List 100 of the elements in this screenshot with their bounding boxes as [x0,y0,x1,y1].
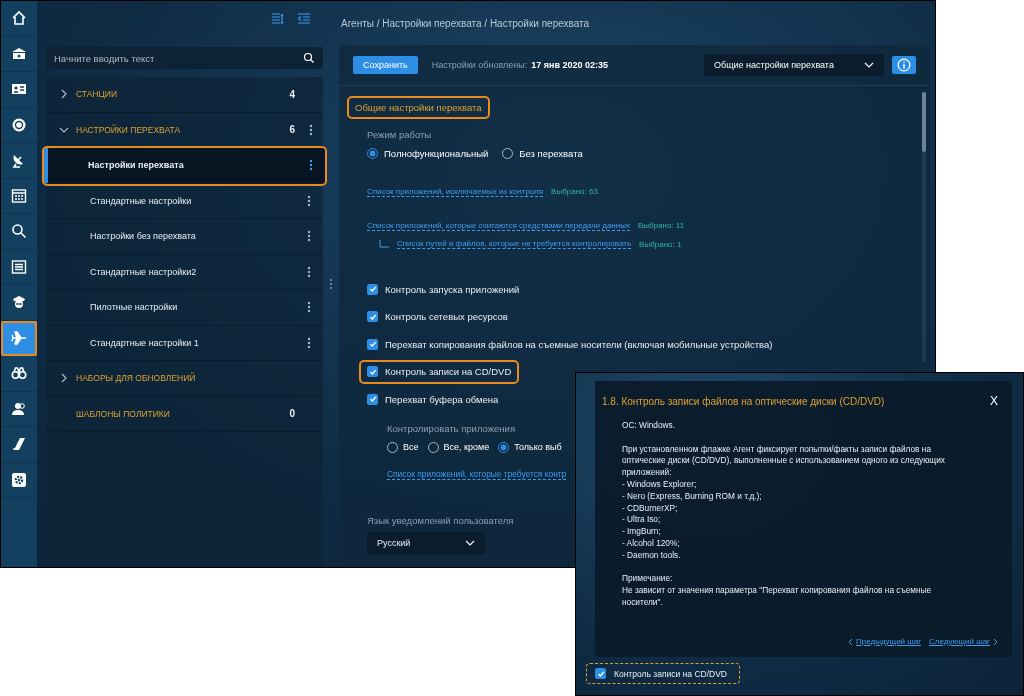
group-label: Режим работы [367,129,432,140]
more-icon [307,301,311,314]
count: 0 [289,408,295,420]
updated-label: Настройки обновлены: [431,60,528,70]
radio-option[interactable]: Полнофункциональный [367,148,489,159]
sort-list-icon [271,12,285,26]
tree-item[interactable]: Стандартные настройки2 [46,254,323,290]
tree-item[interactable]: Стандартные настройки [46,183,323,219]
tree-item[interactable]: Стандартные настройки 1 [46,325,323,361]
radio-option[interactable]: Все [387,441,419,453]
field-label: Язык уведомлений пользователя [367,514,514,526]
search-icon [11,223,27,240]
group-label: СТАНЦИИ [76,89,119,100]
help-text: - Daemon tools. [622,549,682,562]
more-icon [307,194,311,207]
more-icon [307,230,311,243]
item-label: Стандартные настройки 1 [90,337,200,348]
item-label: Стандартные настройки [90,195,193,206]
help-title: 1.8. Контроль записи файлов на оптические диски (CD/DVD) [602,395,886,407]
info-button[interactable] [892,56,916,74]
checkmark-icon [596,669,605,678]
checkmark-icon [368,285,377,293]
selected-count: Выбрано: 11 [637,221,685,230]
help-text: При установленном флажке Агент фиксирует попытки/факты записи файлов на оптические диски (CD/DVD), выполненные с использованием одного из следующих приложений: [622,443,946,479]
list-link[interactable]: Список приложений, исключаемых из контроля [367,187,544,197]
help-text: Не зависит от значения параметра "Перехват копирования файлов на съемные носители". [622,585,933,609]
list-link[interactable]: Список путей и файлов, которые не требуется контролировать [397,239,632,249]
more-icon [309,123,313,136]
home-icon [11,10,27,27]
group-label: НАБОРЫ ДЛЯ ОБНОВЛЕНИЙ [76,373,197,384]
checkmark-icon [368,367,377,376]
outdent-list-icon [297,12,311,26]
group-label: ШАБЛОНЫ ПОЛИТИКИ [76,408,171,419]
radio-option[interactable]: Только выб [498,441,562,453]
selected-count: Выбрано: 1 [639,239,682,249]
search-field[interactable]: Начните вводить текст [46,47,323,69]
users-icon [11,400,27,417]
checkmark-icon [368,312,377,321]
caret-icon [465,539,475,546]
help-text: Примечание: [622,573,674,586]
settings-icon [11,471,27,488]
tree-group[interactable]: НАБОРЫ ДЛЯ ОБНОВЛЕНИЙ [46,361,323,397]
tree-connector-icon [379,240,389,248]
checkmark-icon [368,340,377,348]
selected-count: Выбрано: 63 [551,187,598,196]
group-label: НАСТРОЙКИ ПЕРЕХВАТА [76,124,182,135]
calendar-icon [11,187,27,204]
info-icon [897,58,911,72]
help-text: - Nero (Express, Burning ROM и т.д.); [622,490,763,503]
checkbox-option[interactable]: Контроль записи на CD/DVD [587,664,739,683]
checkbox-option[interactable]: Перехват копирования файлов на съемные носители (включая мобильные устройства) [361,334,779,354]
help-text: - Windows Explorer; [622,479,698,491]
help-text: - Alcohol 120%; [622,537,681,550]
previous-step-link[interactable]: Предыдущий шаг [848,637,922,646]
radio-option[interactable]: Все, кроме [427,441,490,453]
updated-date: 17 янв 2020 02:35 [531,60,609,70]
tree-item[interactable]: Пилотные настройки [46,290,323,326]
checkbox-option[interactable]: Контроль сетевых ресурсов [361,306,514,327]
section-dropdown[interactable]: Общие настройки перехвата [704,54,884,76]
group-label: Контролировать приложения [387,422,516,434]
more-icon [307,336,311,349]
help-text: - Ultra Iso; [622,514,662,527]
count: 4 [289,88,295,100]
search-icon [303,52,315,64]
tree-group[interactable]: СТАНЦИИ 4 [46,77,323,113]
next-step-link[interactable]: Следующий шаг [929,637,998,646]
tree-item[interactable]: Настройки перехвата [44,148,325,184]
splitter-handle-icon [329,278,333,290]
item-label: Пилотные настройки [90,302,179,313]
item-label: Настройки без перехвата [90,231,197,242]
caret-icon [864,62,874,68]
help-text: - CDBurnerXP; [622,502,679,515]
checkbox-option[interactable]: Контроль записи на CD/DVD [361,361,518,382]
more-icon [307,265,311,278]
checkbox-option[interactable]: Перехват буфера обмена [361,389,505,409]
airplane-icon [11,329,27,346]
section-title: Общие настройки перехвата [349,98,488,117]
officer-icon [11,294,27,311]
chevron-left-icon [848,637,853,646]
list-icon [11,258,27,275]
list-link[interactable]: Список приложений, которые требуется контр [387,468,567,480]
chevron-right-icon [993,637,998,646]
checkmark-icon [368,395,377,403]
bank-icon [11,45,27,62]
count: 6 [289,124,295,136]
breadcrumb: Агенты / Настройки перехвата / Настройки перехвата [341,17,590,29]
more-icon [309,159,313,172]
help-text: ОС: Windows. [622,420,677,432]
help-text: - ImgBurn; [622,526,662,538]
list-link[interactable]: Список приложений, которые считаются средствами передачи данных [367,221,630,231]
item-label: Настройки перехвата [88,160,185,171]
item-label: Стандартные настройки2 [90,266,198,277]
binoculars-icon [11,365,27,382]
close-button[interactable]: X [990,394,998,408]
language-dropdown[interactable]: Русский [367,531,485,554]
tree-item[interactable]: Настройки без перехвата [46,219,323,255]
tree-group[interactable]: ШАБЛОНЫ ПОЛИТИКИ 0 [46,396,323,432]
radio-option[interactable]: Без перехвата [502,148,583,159]
nav-button[interactable] [1,320,37,356]
checkbox-option[interactable]: Контроль запуска приложений [361,279,526,299]
